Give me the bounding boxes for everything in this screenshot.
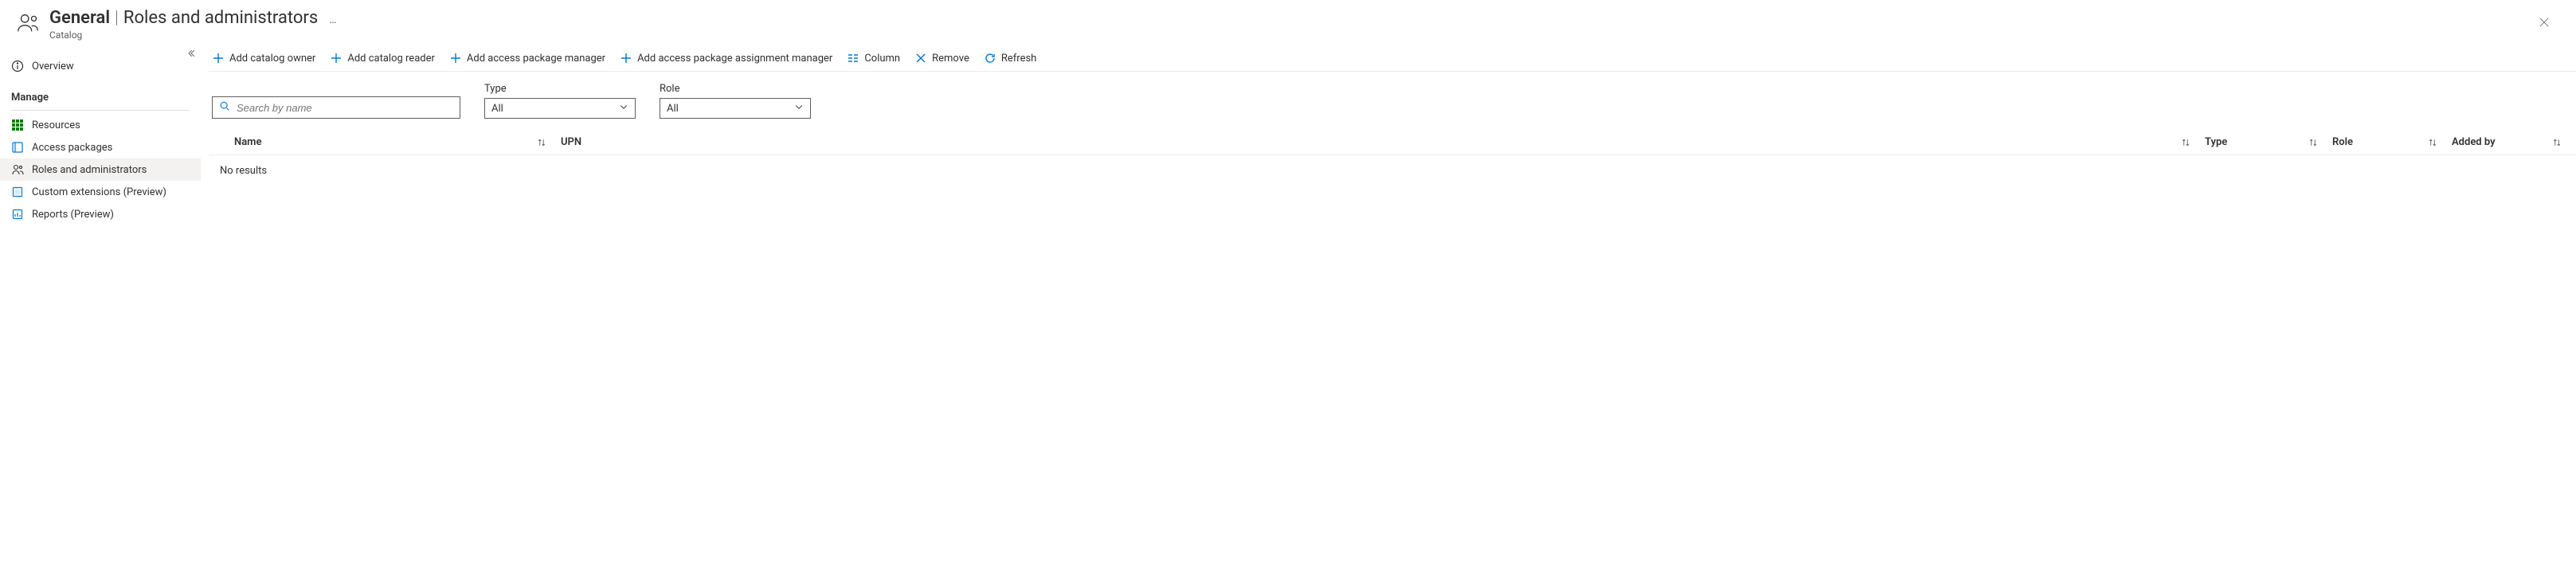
grid-icon [11, 119, 24, 131]
search-input-wrapper[interactable] [212, 96, 460, 119]
type-select[interactable]: All [484, 98, 636, 119]
col-label: Added by [2452, 136, 2496, 148]
sidebar-item-access-packages[interactable]: Access packages [0, 136, 201, 158]
sort-icon[interactable] [2552, 138, 2562, 147]
x-icon [914, 52, 927, 65]
breadcrumb: Catalog [49, 29, 339, 41]
role-select-value: All [667, 103, 679, 115]
type-filter-label: Type [484, 83, 636, 95]
button-label: Add access package assignment manager [637, 53, 832, 65]
sort-icon[interactable] [537, 138, 546, 147]
add-catalog-reader-button[interactable]: Add catalog reader [330, 52, 435, 65]
page-header: General | Roles and administrators … Cat… [0, 0, 2576, 47]
sidebar-item-label: Custom extensions (Preview) [32, 186, 166, 198]
sort-icon[interactable] [2181, 138, 2190, 147]
refresh-button[interactable]: Refresh [984, 52, 1036, 65]
col-role[interactable]: Role [2332, 136, 2428, 148]
sidebar-item-reports[interactable]: Reports (Preview) [0, 203, 201, 225]
report-icon [11, 208, 24, 221]
command-bar: Add catalog owner Add catalog reader Add… [209, 47, 2576, 72]
people-small-icon [11, 163, 24, 176]
sidebar-section-manage: Manage [0, 77, 201, 107]
page-title-main: General [49, 8, 110, 28]
col-type[interactable]: Type [2205, 136, 2308, 148]
plus-icon [449, 52, 462, 65]
add-access-package-manager-button[interactable]: Add access package manager [449, 52, 605, 65]
button-label: Column [864, 53, 900, 65]
sidebar-item-label: Roles and administrators [32, 164, 147, 176]
plus-icon [330, 52, 343, 65]
extension-icon [11, 186, 24, 198]
no-results-text: No results [209, 155, 2576, 177]
col-label: Type [2205, 136, 2227, 148]
col-upn[interactable]: UPN [561, 136, 879, 148]
more-icon[interactable]: … [329, 14, 338, 26]
table-header: Name UPN Type Role Added by [209, 131, 2576, 155]
role-select[interactable]: All [660, 98, 811, 119]
plus-icon [620, 52, 632, 65]
divider [11, 110, 190, 111]
sort-icon[interactable] [2308, 138, 2318, 147]
search-input[interactable] [237, 102, 453, 114]
sort-icon[interactable] [2428, 138, 2437, 147]
role-filter-label: Role [660, 83, 811, 95]
sidebar: Overview Manage Resources Access package… [0, 47, 201, 225]
columns-icon [847, 52, 859, 65]
sidebar-item-roles-admins[interactable]: Roles and administrators [0, 158, 201, 181]
sidebar-item-label: Resources [32, 119, 80, 131]
plus-icon [212, 52, 225, 65]
add-catalog-owner-button[interactable]: Add catalog owner [212, 52, 315, 65]
package-icon [11, 141, 24, 154]
column-button[interactable]: Column [847, 52, 900, 65]
chevron-down-icon [794, 102, 804, 115]
col-label: UPN [561, 136, 581, 148]
button-label: Add access package manager [467, 53, 605, 65]
results-table: Name UPN Type Role Added by [209, 131, 2576, 177]
col-added-by[interactable]: Added by [2452, 136, 2547, 148]
refresh-icon [984, 52, 996, 65]
sidebar-item-label: Access packages [32, 142, 112, 154]
chevron-down-icon [619, 102, 628, 115]
close-button[interactable] [2533, 11, 2555, 33]
sidebar-item-overview[interactable]: Overview [0, 55, 201, 77]
type-filter: Type All [484, 83, 636, 119]
type-select-value: All [491, 103, 503, 115]
role-filter: Role All [660, 83, 811, 119]
content-area: Add catalog owner Add catalog reader Add… [201, 47, 2576, 225]
add-access-package-assignment-manager-button[interactable]: Add access package assignment manager [620, 52, 832, 65]
button-label: Refresh [1001, 53, 1036, 65]
header-text: General | Roles and administrators … Cat… [49, 8, 339, 41]
filters-row: Type All Role All [209, 72, 2576, 127]
info-icon [11, 60, 24, 72]
col-name[interactable]: Name [234, 136, 537, 148]
sidebar-item-resources[interactable]: Resources [0, 114, 201, 136]
button-label: Add catalog reader [347, 53, 435, 65]
sidebar-item-custom-extensions[interactable]: Custom extensions (Preview) [0, 181, 201, 203]
sidebar-item-label: Reports (Preview) [32, 209, 114, 221]
remove-button[interactable]: Remove [914, 52, 969, 65]
col-label: Role [2332, 136, 2353, 148]
collapse-sidebar-button[interactable] [186, 49, 196, 61]
title-separator: | [115, 8, 119, 28]
page-title-sub: Roles and administrators [123, 8, 318, 28]
sidebar-item-label: Overview [32, 61, 74, 72]
button-label: Add catalog owner [229, 53, 315, 65]
people-icon [16, 11, 40, 35]
button-label: Remove [932, 53, 969, 65]
search-icon [219, 100, 230, 115]
col-label: Name [234, 136, 261, 148]
